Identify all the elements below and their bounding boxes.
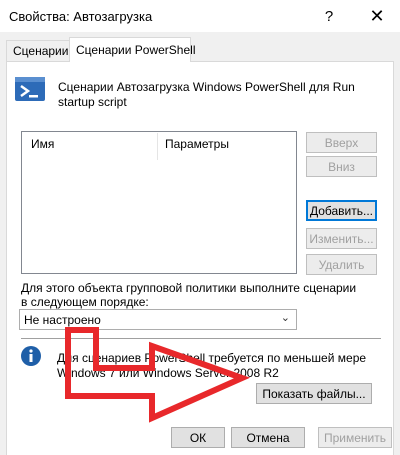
column-header-name[interactable]: Имя	[31, 137, 54, 153]
annotation-arrow	[65, 327, 250, 423]
scripts-list[interactable]: Имя Параметры	[21, 131, 297, 274]
tab-scripts[interactable]: Сценарии	[6, 40, 70, 61]
chevron-down-icon: ⌄	[280, 312, 290, 324]
tab-powershell-scripts[interactable]: Сценарии PowerShell	[69, 37, 196, 62]
info-icon	[21, 346, 41, 366]
order-label: Для этого объекта групповой политики вып…	[21, 281, 357, 309]
move-up-button[interactable]: Вверх	[306, 132, 377, 153]
edit-button[interactable]: Изменить...	[306, 228, 377, 249]
help-button[interactable]: ?	[306, 0, 352, 32]
remove-button[interactable]: Удалить	[306, 254, 377, 275]
move-down-button[interactable]: Вниз	[306, 156, 377, 177]
title-bar: Свойства: Автозагрузка ? ✕	[0, 0, 400, 32]
column-header-params[interactable]: Параметры	[165, 137, 229, 153]
powershell-icon	[15, 77, 45, 101]
show-files-button[interactable]: Показать файлы...	[256, 383, 372, 404]
column-separator[interactable]	[157, 133, 158, 160]
add-button[interactable]: Добавить...	[306, 200, 377, 221]
close-button[interactable]: ✕	[354, 0, 400, 32]
window-title: Свойства: Автозагрузка	[9, 9, 153, 24]
apply-button[interactable]: Применить	[318, 427, 392, 448]
header-text: Сценарии Автозагрузка Windows PowerShell…	[58, 80, 355, 109]
